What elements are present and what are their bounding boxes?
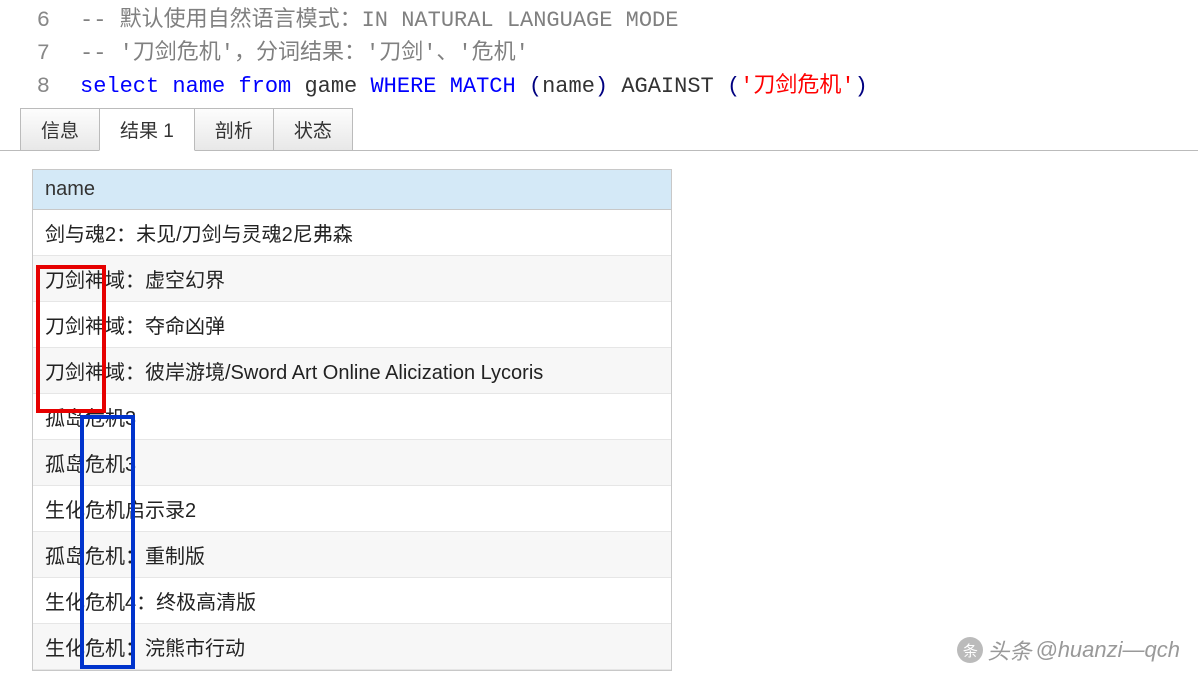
code-content: -- '刀剑危机'，分词结果：'刀剑'、'危机' (80, 37, 1198, 70)
table-row[interactable]: 生化危机：浣熊市行动 (33, 624, 671, 670)
table-row[interactable]: 生化危机启示录2 (33, 486, 671, 532)
results-column-header[interactable]: name (33, 170, 671, 210)
table-row[interactable]: 生化危机4：终极高清版 (33, 578, 671, 624)
watermark-text: @huanzi—qch (1035, 637, 1180, 663)
keyword-where: WHERE (370, 74, 436, 99)
paren-close: ) (595, 74, 608, 99)
table-row[interactable]: 刀剑神域：夺命凶弹 (33, 302, 671, 348)
table-row[interactable]: 刀剑神域：彼岸游境/Sword Art Online Alicization L… (33, 348, 671, 394)
tabs-bar: 信息 结果 1 剖析 状态 (0, 111, 1198, 151)
line-number: 7 (0, 37, 80, 70)
table-row[interactable]: 孤岛危机3 (33, 440, 671, 486)
code-line: 7 -- '刀剑危机'，分词结果：'刀剑'、'危机' (0, 37, 1198, 70)
table-row[interactable]: 剑与魂2：未见/刀剑与灵魂2尼弗森 (33, 210, 671, 256)
tab-result-1[interactable]: 结果 1 (99, 108, 195, 151)
code-content: select name from game WHERE MATCH (name)… (80, 70, 1198, 103)
keyword-select: select (80, 74, 159, 99)
watermark-prefix: 头条 (987, 634, 1031, 666)
line-number: 6 (0, 4, 80, 37)
line-number: 8 (0, 70, 80, 103)
comment-token: -- 默认使用自然语言模式：IN NATURAL LANGUAGE MODE (80, 8, 678, 33)
code-editor[interactable]: 6 -- 默认使用自然语言模式：IN NATURAL LANGUAGE MODE… (0, 0, 1198, 111)
paren-open: ( (727, 74, 740, 99)
table-row[interactable]: 刀剑神域：虚空幻界 (33, 256, 671, 302)
match-column: name (542, 74, 595, 99)
comment-token: -- '刀剑危机'，分词结果：'刀剑'、'危机' (80, 41, 529, 66)
keyword-against: AGAINST (621, 74, 713, 99)
paren-open: ( (529, 74, 542, 99)
string-literal: '刀剑危机' (740, 74, 854, 99)
tab-info[interactable]: 信息 (20, 108, 100, 150)
code-line: 8 select name from game WHERE MATCH (nam… (0, 70, 1198, 103)
table-name: game (304, 74, 357, 99)
column-name: name (172, 74, 225, 99)
code-content: -- 默认使用自然语言模式：IN NATURAL LANGUAGE MODE (80, 4, 1198, 37)
keyword-match: MATCH (450, 74, 516, 99)
watermark: 条 头条 @huanzi—qch (957, 634, 1180, 666)
tab-status[interactable]: 状态 (273, 108, 353, 150)
tab-profile[interactable]: 剖析 (194, 108, 274, 150)
watermark-icon: 条 (957, 637, 983, 663)
paren-close: ) (855, 74, 868, 99)
keyword-from: from (238, 74, 291, 99)
table-row[interactable]: 孤岛危机：重制版 (33, 532, 671, 578)
code-line: 6 -- 默认使用自然语言模式：IN NATURAL LANGUAGE MODE (0, 4, 1198, 37)
table-row[interactable]: 孤岛危机3 (33, 394, 671, 440)
results-grid[interactable]: name 剑与魂2：未见/刀剑与灵魂2尼弗森 刀剑神域：虚空幻界 刀剑神域：夺命… (32, 169, 672, 671)
